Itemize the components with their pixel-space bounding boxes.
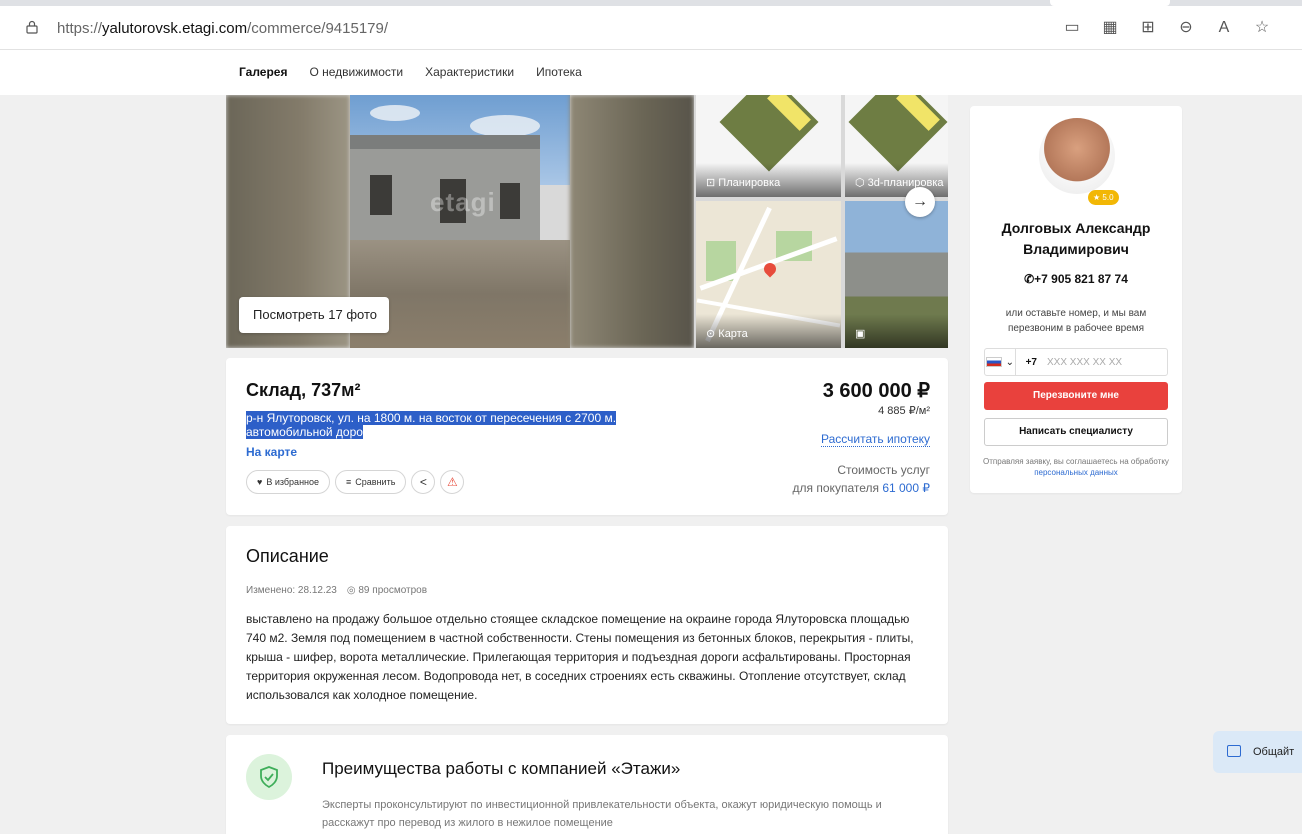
nav-about[interactable]: О недвижимости (309, 65, 403, 79)
write-specialist-button[interactable]: Написать специалисту (984, 418, 1168, 446)
thumb-photo[interactable]: ▣ (845, 201, 948, 348)
nav-characteristics[interactable]: Характеристики (425, 65, 514, 79)
tab-strip (0, 0, 1302, 6)
section-nav: Галерея О недвижимости Характеристики Ип… (0, 50, 1302, 95)
heart-icon: ♥ (257, 477, 263, 487)
gallery-next-arrow-icon[interactable]: → (905, 187, 935, 217)
favorite-star-icon[interactable]: ☆ (1252, 18, 1272, 38)
share-button[interactable]: < (411, 470, 436, 494)
advantages-heading: Преимущества работы с компанией «Этажи» (322, 759, 681, 778)
chat-icon (1227, 745, 1241, 757)
description-text: выставлено на продажу большое отдельно с… (246, 612, 914, 702)
agent-avatar[interactable] (1039, 118, 1115, 194)
callback-hint: или оставьте номер, и мы вам перезвоним … (1005, 308, 1147, 334)
etagi-watermark: etagi (430, 187, 496, 217)
thumb-floor-plan-label: ⊡ Планировка (706, 177, 781, 189)
advantages-card: Преимущества работы с компанией «Этажи» … (226, 735, 948, 834)
agent-card: ★ 5.0 Долговых Александр Владимирович ✆+7… (970, 106, 1182, 493)
view-all-photos-button[interactable]: Посмотреть 17 фото (239, 297, 389, 333)
url-text[interactable]: https://yalutorovsk.etagi.com/commerce/9… (57, 20, 388, 37)
callback-phone-input[interactable] (1037, 349, 1167, 375)
listing-address: р-н Ялуторовск, ул. на 1800 м. на восток… (246, 411, 617, 439)
consent-text: Отправляя заявку, вы соглашаетесь на обр… (983, 457, 1169, 477)
nav-mortgage[interactable]: Ипотека (536, 65, 582, 79)
app-grid-icon[interactable]: ▦ (1100, 18, 1120, 38)
split-screen-icon[interactable]: ⊞ (1138, 18, 1158, 38)
listing-title: Склад, 737м² (246, 380, 361, 400)
thumb-floor-plan[interactable]: ⊡ Планировка (696, 95, 841, 197)
phone-field-group: ⌄ +7 (984, 348, 1168, 376)
listing-summary-card: Склад, 737м² р-н Ялуторовск, ул. на 1800… (226, 358, 948, 515)
service-cost: Стоимость услуг для покупателя 61 000 ₽ (792, 463, 930, 495)
thumb-map[interactable]: ⊙ Карта (696, 201, 841, 348)
on-map-link[interactable]: На карте (246, 445, 297, 459)
phone-prefix: +7 (1025, 356, 1037, 368)
agent-phone[interactable]: ✆+7 905 821 87 74 (970, 272, 1182, 286)
callback-button[interactable]: Перезвоните мне (984, 382, 1168, 410)
thumb-3d-plan[interactable]: ⬡ 3d-планировка (845, 95, 948, 197)
address-bar[interactable]: https://yalutorovsk.etagi.com/commerce/9… (0, 10, 1302, 48)
share-icon: < (419, 475, 427, 489)
eye-icon: ◎ (346, 585, 356, 596)
star-icon: ★ (1093, 193, 1101, 202)
read-aloud-icon[interactable]: A (1214, 18, 1234, 38)
shield-check-icon (246, 754, 292, 800)
chevron-down-icon: ⌄ (1005, 356, 1014, 368)
nav-gallery[interactable]: Галерея (239, 65, 287, 79)
reader-view-icon[interactable]: ▭ (1062, 18, 1082, 38)
report-button[interactable]: ⚠ (440, 470, 465, 494)
active-tab[interactable] (1050, 0, 1170, 6)
compare-button[interactable]: ≡ Сравнить (335, 470, 407, 494)
image-icon: ▣ (855, 328, 866, 340)
photo-gallery: etagi Посмотреть 17 фото ⊡ Планировка ⬡ … (226, 95, 948, 348)
description-heading: Описание (246, 546, 329, 566)
personal-data-link[interactable]: персональных данных (1034, 468, 1118, 477)
phone-icon: ✆ (1024, 272, 1035, 286)
warning-icon: ⚠ (447, 475, 458, 489)
chat-label: Общайт (1253, 746, 1295, 758)
lock-icon[interactable] (26, 20, 38, 34)
thumb-3d-plan-label: ⬡ 3d-планировка (855, 177, 944, 189)
advantages-text: Эксперты проконсультируют по инвестицион… (322, 799, 882, 829)
price: 3 600 000 ₽ (822, 380, 930, 402)
calculate-mortgage-link[interactable]: Рассчитать ипотеку (821, 432, 930, 447)
thumb-map-label: ⊙ Карта (706, 328, 748, 340)
views-count: ◎ 89 просмотров (346, 585, 428, 596)
changed-date: Изменено: 28.12.23 (246, 585, 337, 596)
price-per-m2: 4 885 ₽/м² (878, 405, 930, 417)
zoom-out-icon[interactable]: ⊖ (1176, 18, 1196, 38)
compare-icon: ≡ (346, 477, 352, 487)
agent-name[interactable]: Долговых Александр Владимирович (970, 218, 1182, 260)
chat-widget-button[interactable]: Общайт (1213, 731, 1302, 773)
main-photo[interactable]: etagi Посмотреть 17 фото (226, 95, 694, 348)
next-photo-blur (570, 95, 694, 348)
browser-toolbar: https://yalutorovsk.etagi.com/commerce/9… (0, 0, 1302, 50)
country-select[interactable]: ⌄ (985, 349, 1016, 375)
russia-flag-icon (985, 357, 1002, 367)
description-card: Описание Изменено: 28.12.23 ◎ 89 просмот… (226, 526, 948, 724)
agent-rating-badge: ★ 5.0 (1088, 190, 1119, 205)
favorite-button[interactable]: ♥ В избранное (246, 470, 331, 494)
